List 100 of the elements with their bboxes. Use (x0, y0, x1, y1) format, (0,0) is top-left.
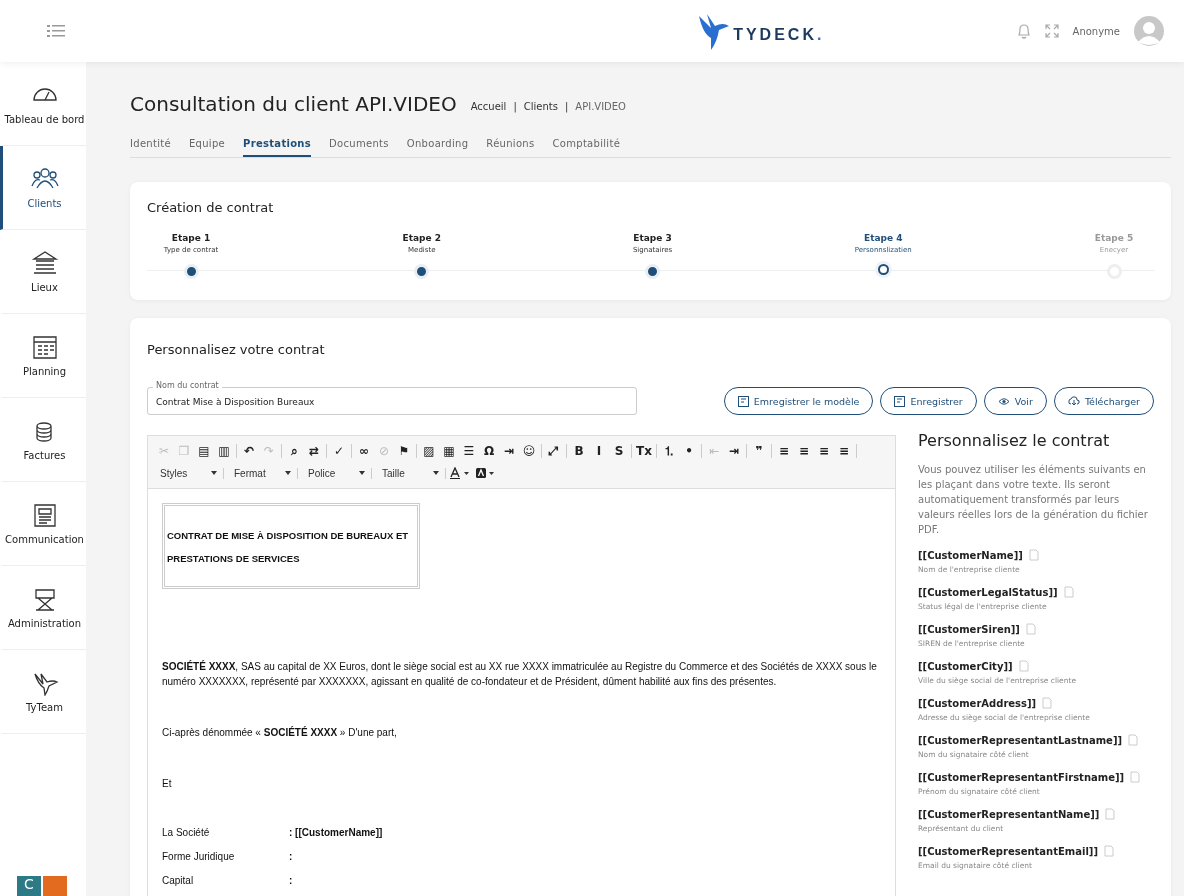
toolbar-button[interactable]: ⚑ (394, 444, 414, 458)
document-icon (737, 395, 749, 407)
tab[interactable]: Identité (130, 138, 171, 157)
variable-name: [[CustomerRepresentantName]] (918, 808, 1100, 820)
breadcrumb-separator: | (564, 100, 569, 112)
toolbar-button[interactable]: ≡ (774, 444, 794, 458)
variable-name: [[CustomerSiren]] (918, 623, 1020, 635)
caret-icon (433, 471, 439, 475)
step-title: Etape 5 (1094, 233, 1134, 243)
toolbar-button[interactable]: ⇥ (724, 444, 744, 458)
toolbar-button[interactable]: ∞ (354, 444, 374, 458)
step-dot[interactable] (877, 264, 889, 275)
toolbar-button[interactable]: ▥ (214, 444, 234, 458)
toolbar-button[interactable]: S (609, 444, 629, 458)
toolbar-button[interactable]: I (589, 444, 609, 458)
format-dropdown[interactable]: Taille (376, 467, 446, 479)
document-icon (894, 395, 906, 407)
app-badge[interactable] (43, 876, 67, 896)
user-name: Anonyme (1072, 25, 1120, 37)
document-paragraph: Et (162, 777, 173, 791)
step-title: Etape 3 (633, 233, 672, 243)
step-title: Etape 1 (171, 233, 211, 243)
action-button[interactable]: Voir (983, 387, 1047, 415)
toolbar-button[interactable]: ☰ (459, 444, 479, 458)
toolbar-button[interactable]: B (569, 444, 589, 458)
toolbar-button[interactable]: ≡ (834, 444, 854, 458)
field-label: Forme Juridique (162, 851, 236, 864)
caret-icon (211, 471, 217, 475)
sidebar-item[interactable]: Lieux (0, 230, 86, 314)
copy-icon[interactable] (1042, 697, 1053, 709)
toolbar-button[interactable]: ≡ (814, 444, 834, 458)
panel-description: Vous pouvez utiliser les éléments suivants en les plaçant dans votre texte. Ils seront automatiquement transformés par leurs valeurs réelles lors de la génération du fichier PDF. (918, 463, 1149, 537)
toolbar-button[interactable]: ▤ (194, 444, 214, 458)
copy-icon[interactable] (1128, 734, 1139, 746)
format-dropdown[interactable]: Fermat (228, 467, 298, 479)
sidebar-icon (30, 250, 59, 276)
cloud-download-icon (1067, 396, 1080, 406)
contract-name-field[interactable]: Contrat Mise à Disposition Bureaux (147, 387, 637, 415)
tab[interactable]: Prestations (243, 138, 312, 157)
document-paragraph: Ci-après dénommée « SOCIÉTÉ XXXX » D'une part, (162, 725, 398, 740)
action-button[interactable]: Enregistrer (880, 387, 977, 415)
toolbar-button[interactable]: ⤢ (544, 444, 564, 458)
field-value: : [[CustomerName]] (289, 827, 383, 840)
toolbar-button[interactable]: Ω (479, 444, 499, 458)
tab[interactable]: Comptabilité (552, 138, 621, 157)
copy-icon[interactable] (1105, 808, 1116, 820)
format-dropdown[interactable]: Police (302, 467, 372, 479)
sidebar-item[interactable]: Tableau de bord (0, 62, 86, 146)
menu-icon[interactable] (47, 25, 65, 37)
text-color-icon[interactable] (450, 467, 470, 479)
variable-name: [[CustomerCity]] (918, 660, 1013, 672)
copy-icon[interactable] (1025, 623, 1036, 635)
variable-name: [[CustomerAddress]] (918, 697, 1037, 709)
toolbar-button[interactable]: ↶ (239, 444, 259, 458)
copy-icon[interactable] (1103, 845, 1114, 857)
fullscreen-icon[interactable] (1044, 24, 1059, 38)
sidebar-item[interactable]: Planning (0, 314, 86, 398)
format-dropdown[interactable]: Styles (154, 467, 224, 479)
toolbar-button[interactable]: Tx (634, 444, 654, 458)
action-button[interactable]: Emregistrer le modèle (723, 387, 874, 415)
toolbar-button[interactable]: ⇥ (499, 444, 519, 458)
toolbar-button[interactable]: ⇄ (304, 444, 324, 458)
copy-icon[interactable] (1130, 771, 1141, 783)
tab[interactable]: Réunions (486, 138, 535, 157)
field-label: La Société (162, 827, 211, 840)
breadcrumb-separator: | (513, 100, 517, 112)
breadcrumb-link[interactable]: Clients (523, 100, 558, 112)
breadcrumb-link[interactable]: Accueil (470, 100, 507, 112)
copy-icon[interactable] (1063, 586, 1074, 598)
tab[interactable]: Equipe (188, 138, 226, 157)
app-badge[interactable]: C (17, 876, 41, 896)
sidebar-item[interactable]: Clients (0, 146, 86, 230)
field-label: Nom du contrat (153, 381, 222, 391)
sidebar-item[interactable]: TyTeam (0, 650, 86, 734)
toolbar-button[interactable]: ≡ (794, 444, 814, 458)
copy-icon[interactable] (1018, 660, 1029, 672)
toolbar-button[interactable]: • (679, 444, 699, 458)
sidebar-item[interactable]: Administration (0, 566, 86, 650)
toolbar-button[interactable]: ❞ (749, 444, 769, 458)
variable-name: [[CustomerRepresentantEmail]] (918, 845, 1098, 857)
sidebar-item[interactable]: Communication (0, 482, 86, 566)
sidebar-item[interactable]: Factures (0, 398, 86, 482)
variable-name: [[CustomerName]] (918, 549, 1023, 561)
toolbar-button[interactable]: ▦ (439, 444, 459, 458)
toolbar-button[interactable]: ⌕ (284, 444, 304, 458)
toolbar-button[interactable]: ☺ (519, 444, 539, 458)
variable-name: [[CustomerLegalStatus]] (918, 586, 1058, 598)
field-value: : (289, 851, 293, 864)
tab[interactable]: Onboarding (406, 138, 469, 157)
bell-icon[interactable] (1016, 23, 1031, 39)
copy-icon[interactable] (1028, 549, 1039, 561)
sidebar-icon (30, 334, 59, 360)
toolbar-button[interactable]: ▨ (419, 444, 439, 458)
avatar-icon[interactable] (1134, 16, 1164, 46)
toolbar-button[interactable]: ⒈ (659, 442, 679, 460)
action-button[interactable]: Télécharger (1053, 387, 1154, 415)
card-title: Création de contrat (147, 200, 275, 215)
toolbar-button[interactable]: ✓ (329, 444, 349, 458)
highlight-color-icon[interactable] (476, 467, 496, 479)
tab[interactable]: Documents (329, 138, 389, 157)
